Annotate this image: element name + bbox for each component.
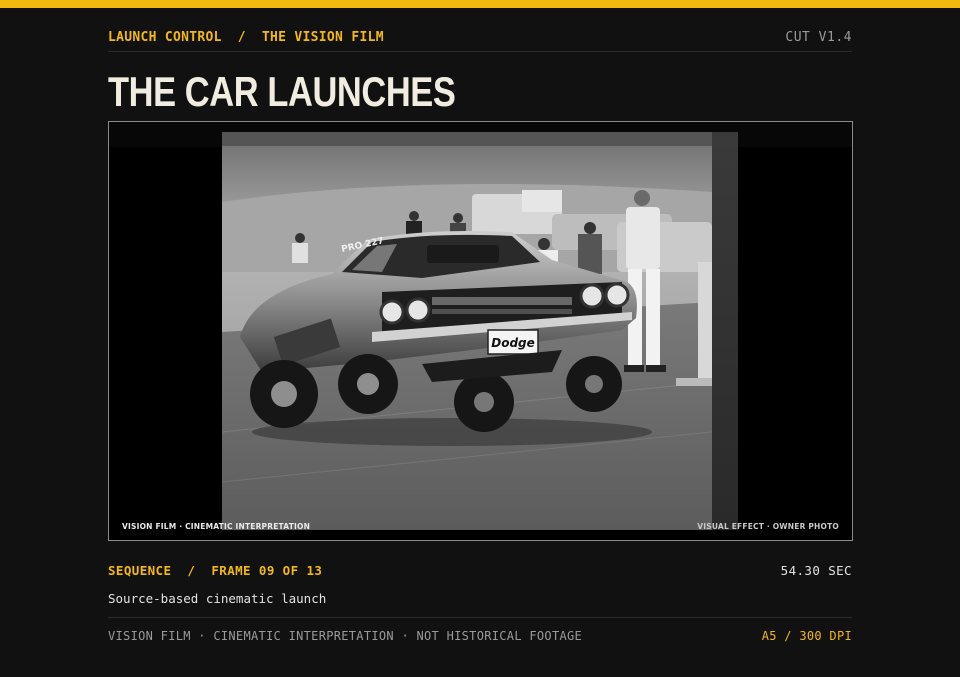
accent-top-bar (0, 0, 960, 8)
sequence-description: Source-based cinematic launch (108, 591, 327, 606)
breadcrumb-launch-control[interactable]: LAUNCH CONTROL (108, 30, 222, 45)
image-frame: Dodge PRO 227 VISION FILM · CINEMATIC IN… (108, 121, 853, 541)
breadcrumb-vision-film[interactable]: THE VISION FILM (262, 30, 384, 45)
sequence-title: SEQUENCE (108, 563, 172, 578)
car-launch-photo: Dodge PRO 227 (222, 132, 712, 530)
divider (108, 617, 852, 618)
page-title: THE CAR LAUNCHES (108, 68, 456, 115)
header: LAUNCH CONTROL / THE VISION FILM CUT V1.… (108, 30, 852, 52)
sequence-separator: / (187, 563, 196, 578)
caption-vision-film: VISION FILM · CINEMATIC INTERPRETATION (122, 522, 311, 531)
plate-text: Dodge (491, 336, 535, 350)
sequence-label: SEQUENCE / FRAME 09 OF 13 (108, 563, 322, 578)
frame-counter: FRAME 09 OF 13 (211, 563, 323, 578)
ghost-edge-effect (712, 132, 738, 530)
caption-visual-effect: VISUAL EFFECT · OWNER PHOTO (697, 522, 839, 531)
breadcrumb-separator: / (237, 30, 246, 45)
car-launch-illustration: Dodge PRO 227 (222, 132, 712, 530)
breadcrumb: LAUNCH CONTROL / THE VISION FILM (108, 30, 384, 45)
cut-version-label: CUT V1.4 (785, 30, 852, 45)
duration-label: 54.30 SEC (780, 563, 852, 578)
footer-spec: A5 / 300 DPI (761, 629, 852, 643)
footer-note: VISION FILM · CINEMATIC INTERPRETATION ·… (108, 629, 583, 643)
